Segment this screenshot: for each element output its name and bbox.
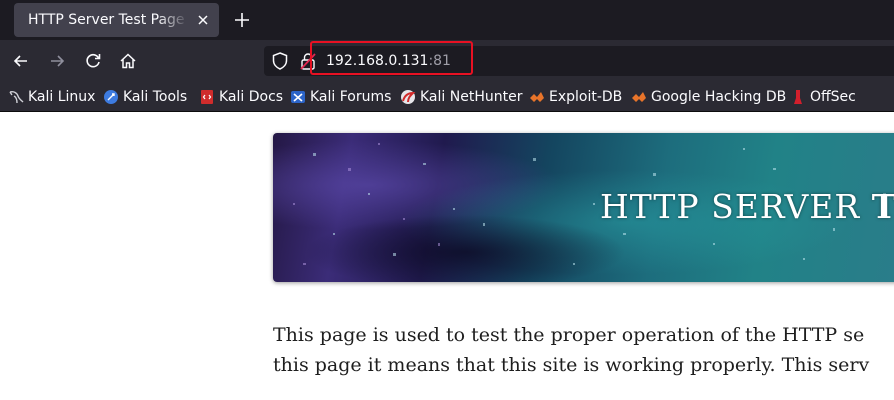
paragraph-line: this page it means that this site is wor…	[273, 354, 870, 376]
bookmark-google-hacking-db[interactable]: Google Hacking DB	[631, 87, 786, 107]
url-highlight-box	[310, 41, 473, 75]
bookmark-kali-linux[interactable]: Kali Linux	[8, 87, 95, 107]
paragraph-line: This page is used to test the proper ope…	[273, 324, 865, 346]
bookmark-kali-forums[interactable]: Kali Forums	[290, 87, 391, 107]
bookmark-label: Kali Docs	[219, 89, 284, 105]
kali-nethunter-icon	[401, 90, 416, 104]
bookmark-label: Google Hacking DB	[651, 89, 787, 105]
bookmark-label: Exploit-DB	[549, 89, 623, 105]
bookmark-label: Kali Forums	[310, 89, 392, 105]
bookmark-label: OffSec	[810, 89, 856, 105]
bookmark-kali-docs[interactable]: Kali Docs	[199, 87, 283, 107]
tab-title: HTTP Server Test Page powered by	[28, 12, 189, 28]
page-content: HTTP SERVER TE This page is used to test…	[0, 112, 894, 400]
bookmark-offsec[interactable]: OffSec	[790, 87, 856, 107]
bookmark-label: Kali Linux	[28, 89, 96, 105]
header-banner: HTTP SERVER TE	[273, 133, 894, 282]
kali-forums-icon	[291, 91, 305, 103]
forward-arrow-icon[interactable]	[47, 51, 67, 71]
banner-title-bold: TE	[871, 187, 894, 226]
kali-tools-icon	[104, 90, 118, 104]
offsec-icon	[794, 90, 802, 104]
bookmarks-toolbar: Kali Linux Kali Tools Kali Docs Kali For…	[0, 82, 894, 112]
bookmark-label: Kali Tools	[123, 89, 188, 105]
kali-dragon-icon	[9, 91, 24, 104]
google-hacking-db-icon	[632, 92, 646, 102]
reload-icon[interactable]	[83, 51, 103, 71]
banner-title-normal: HTTP SERVER	[600, 187, 872, 226]
tracking-protection-shield-icon[interactable]	[271, 51, 289, 71]
bookmark-exploit-db[interactable]: Exploit-DB	[529, 87, 622, 107]
tab-strip: HTTP Server Test Page powered by	[0, 0, 894, 40]
home-icon[interactable]	[118, 51, 138, 71]
browser-tab[interactable]: HTTP Server Test Page powered by	[14, 3, 219, 37]
close-icon[interactable]	[195, 12, 211, 28]
bookmark-kali-nethunter[interactable]: Kali NetHunter	[400, 87, 522, 107]
kali-docs-icon	[201, 90, 213, 104]
intro-paragraph: This page is used to test the proper ope…	[273, 320, 894, 380]
banner-title: HTTP SERVER TE	[600, 187, 894, 226]
new-tab-icon[interactable]	[232, 10, 252, 30]
bookmark-label: Kali NetHunter	[420, 89, 523, 105]
exploit-db-icon	[530, 92, 544, 102]
back-arrow-icon[interactable]	[11, 51, 31, 71]
navigation-toolbar: 192.168.0.131:81	[0, 40, 894, 82]
bookmark-kali-tools[interactable]: Kali Tools	[103, 87, 187, 107]
